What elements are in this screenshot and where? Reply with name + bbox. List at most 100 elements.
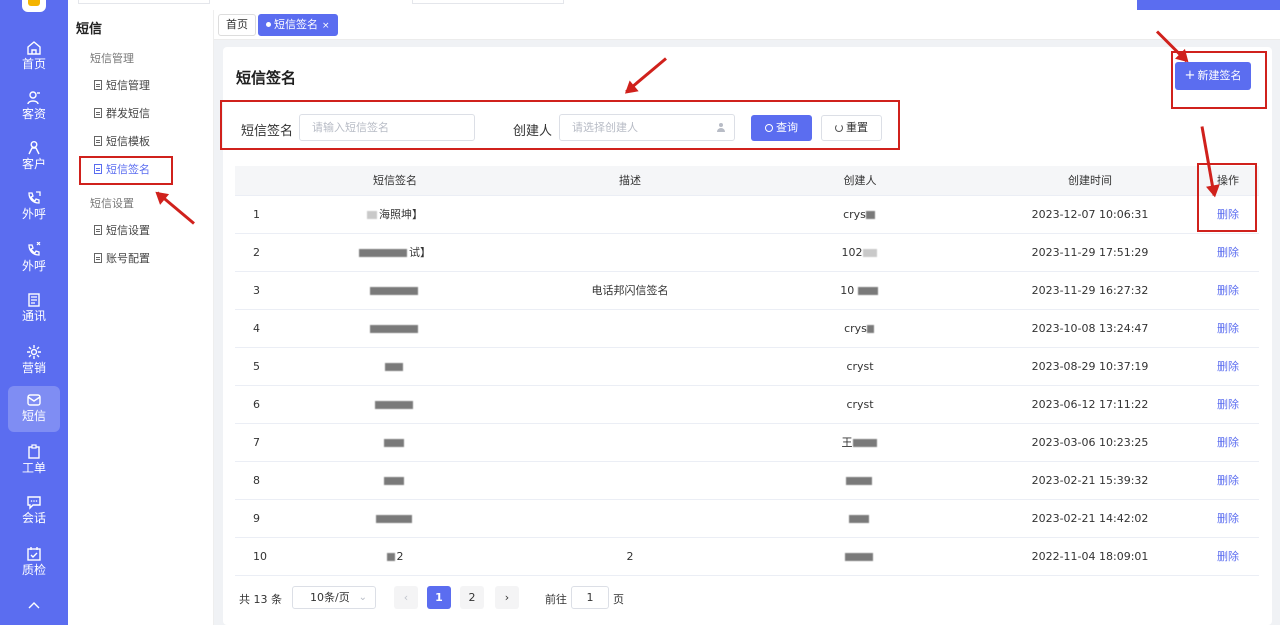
app-logo xyxy=(22,0,46,12)
delete-link[interactable]: 删除 xyxy=(1203,272,1253,310)
delete-link[interactable]: 删除 xyxy=(1203,500,1253,538)
delete-link[interactable]: 删除 xyxy=(1203,538,1253,576)
rail-item-outbound[interactable]: 外呼 xyxy=(8,184,60,230)
contacts-icon xyxy=(8,286,60,308)
rail-item-marketing[interactable]: 营销 xyxy=(8,338,60,384)
redacted-block xyxy=(370,287,418,295)
phone-icon xyxy=(8,184,60,206)
row-index: 2 xyxy=(253,246,260,259)
rail-item-customer[interactable]: 客户 xyxy=(8,134,60,180)
tab-home[interactable]: 首页 xyxy=(218,14,256,36)
table-row: 1 海照坤】 crys 2023-12-07 10:06:31 删除 xyxy=(235,196,1259,234)
phone-call-icon xyxy=(8,236,60,258)
page-button-1[interactable]: 1 xyxy=(427,586,451,609)
left-rail: 首页 客资 客户 外呼 外呼 通讯 营销 短信 工单 会话 质检 xyxy=(0,0,68,625)
creator-cell: 王 xyxy=(760,424,960,462)
signature-cell xyxy=(295,310,495,348)
submenu-group-manage: 短信管理 xyxy=(90,52,134,65)
header-button[interactable] xyxy=(1137,0,1280,10)
delete-link[interactable]: 删除 xyxy=(1203,424,1253,462)
chevron-up-icon xyxy=(8,592,60,614)
rail-item-sms[interactable]: 短信 xyxy=(8,386,60,432)
redacted-block xyxy=(370,325,418,333)
creator-cell: crys xyxy=(760,196,960,234)
description-cell xyxy=(530,234,730,272)
redacted-block xyxy=(866,325,874,333)
redacted-block xyxy=(865,211,875,219)
rail-label: 外呼 xyxy=(21,207,46,221)
created-time-cell: 2023-02-21 14:42:02 xyxy=(1031,512,1149,525)
sub-menu: 短信 短信管理 短信管理 群发短信 短信模板 短信签名 短信设置 短信设置 账号… xyxy=(68,10,214,625)
creator-cell: 10 xyxy=(760,272,960,310)
creator-cell: 102 xyxy=(760,234,960,272)
page-size-select[interactable]: 10条/页 ⌄ xyxy=(292,586,376,609)
page-button-2[interactable]: 2 xyxy=(460,586,484,609)
delete-link[interactable]: 删除 xyxy=(1203,310,1253,348)
goto-page-input[interactable]: 1 xyxy=(571,586,609,609)
table-row: 6 cryst 2023-06-12 17:11:22 删除 xyxy=(235,386,1259,424)
table-row: 7 王 2023-03-06 10:23:25 删除 xyxy=(235,424,1259,462)
row-index: 3 xyxy=(253,284,260,297)
header-search-box[interactable] xyxy=(78,0,210,4)
submenu-item-bulk-sms[interactable]: 群发短信 xyxy=(94,106,150,122)
gear-icon xyxy=(8,338,60,360)
person-icon xyxy=(8,134,60,156)
redacted-block xyxy=(385,363,403,371)
rail-item-outbound-2[interactable]: 外呼 xyxy=(8,236,60,282)
row-index: 9 xyxy=(253,512,260,525)
submenu-item-sms-manage[interactable]: 短信管理 xyxy=(94,78,150,94)
description-cell xyxy=(530,386,730,424)
row-index: 4 xyxy=(253,322,260,335)
annotation-box-submenu xyxy=(79,156,173,185)
signature-cell: 海照坤】 xyxy=(295,196,495,234)
delete-link[interactable]: 删除 xyxy=(1203,234,1253,272)
created-time-cell: 2023-08-29 10:37:19 xyxy=(1031,360,1149,373)
delete-link[interactable]: 删除 xyxy=(1203,348,1253,386)
created-time-cell: 2023-12-07 10:06:31 xyxy=(1031,208,1149,221)
signature-cell xyxy=(295,272,495,310)
next-page-button[interactable]: › xyxy=(495,586,519,609)
row-index: 8 xyxy=(253,474,260,487)
redacted-block xyxy=(359,249,407,257)
creator-cell xyxy=(760,500,960,538)
redacted-block xyxy=(367,211,377,219)
tabs-bar: 首页 短信签名 × xyxy=(214,10,1280,40)
submenu-item-account-config[interactable]: 账号配置 xyxy=(94,251,150,267)
column-header-signature: 短信签名 xyxy=(373,174,417,187)
header-select-box[interactable] xyxy=(412,0,564,4)
creator-cell: cryst xyxy=(846,398,874,411)
document-icon xyxy=(94,108,102,118)
rail-label: 首页 xyxy=(21,57,46,71)
rail-item-leads[interactable]: 客资 xyxy=(8,84,60,130)
rail-item-qa[interactable]: 质检 xyxy=(8,540,60,586)
tab-sms-signature[interactable]: 短信签名 × xyxy=(258,14,338,36)
document-icon xyxy=(94,136,102,146)
message-icon xyxy=(8,386,60,408)
page-title: 短信签名 xyxy=(236,69,297,87)
signature-cell xyxy=(295,386,495,424)
rail-item-more[interactable] xyxy=(8,592,60,616)
delete-link[interactable]: 删除 xyxy=(1203,386,1253,424)
created-time-cell: 2023-03-06 10:23:25 xyxy=(1031,436,1149,449)
rail-item-session[interactable]: 会话 xyxy=(8,488,60,534)
submenu-item-sms-template[interactable]: 短信模板 xyxy=(94,134,150,150)
delete-link[interactable]: 删除 xyxy=(1203,462,1253,500)
rail-item-home[interactable]: 首页 xyxy=(8,34,60,80)
column-header-created-time: 创建时间 xyxy=(1068,174,1112,187)
rail-label: 短信 xyxy=(21,409,46,423)
created-time-cell: 2023-11-29 17:51:29 xyxy=(1031,246,1149,259)
redacted-block xyxy=(862,249,877,257)
prev-page-button[interactable]: ‹ xyxy=(394,586,418,609)
rail-item-ticket[interactable]: 工单 xyxy=(8,438,60,484)
redacted-block xyxy=(849,515,869,523)
creator-cell xyxy=(760,462,960,500)
redacted-block xyxy=(845,553,873,561)
table-row: 8 2023-02-21 15:39:32 删除 xyxy=(235,462,1259,500)
rail-item-contacts[interactable]: 通讯 xyxy=(8,286,60,332)
description-cell xyxy=(530,196,730,234)
submenu-item-sms-settings[interactable]: 短信设置 xyxy=(94,223,150,239)
description-cell xyxy=(530,310,730,348)
rail-label: 工单 xyxy=(21,461,46,475)
close-icon[interactable]: × xyxy=(322,21,330,31)
top-header xyxy=(68,0,1280,10)
